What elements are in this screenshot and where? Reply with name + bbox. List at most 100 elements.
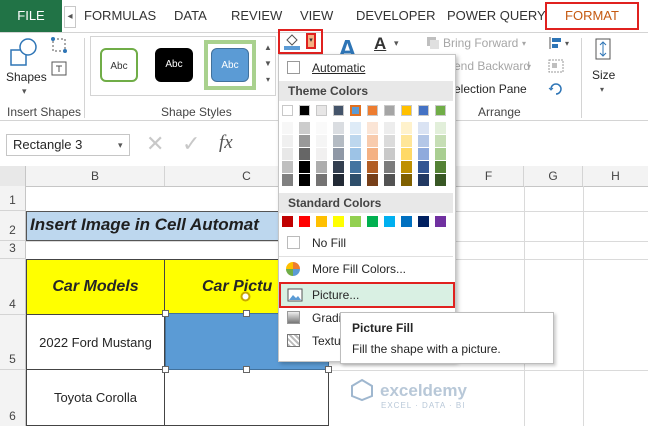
theme-color-swatch[interactable] xyxy=(384,161,395,173)
tab-formulas[interactable]: FORMULAS xyxy=(84,0,156,32)
bring-forward-dropdown-icon[interactable]: ▾ xyxy=(522,39,526,48)
theme-color-swatch[interactable] xyxy=(401,122,412,134)
standard-color-swatch[interactable] xyxy=(401,216,412,227)
theme-color-swatch[interactable] xyxy=(316,135,327,147)
theme-color-swatch[interactable] xyxy=(333,174,344,186)
shapes-button-label[interactable]: Shapes xyxy=(6,70,47,84)
theme-color-swatch[interactable] xyxy=(367,148,378,160)
cell-car-2[interactable]: Toyota Corolla xyxy=(26,370,165,426)
resize-handle[interactable] xyxy=(325,366,332,373)
align-dropdown-icon[interactable]: ▾ xyxy=(565,39,569,48)
menu-item-automatic[interactable]: Automatic xyxy=(279,56,453,80)
group-icon[interactable] xyxy=(548,59,564,73)
standard-color-swatch[interactable] xyxy=(316,216,327,227)
tab-view[interactable]: VIEW xyxy=(300,0,333,32)
tab-scroll-left-button[interactable]: ◂ xyxy=(64,6,76,28)
resize-handle[interactable] xyxy=(162,366,169,373)
theme-color-swatch[interactable] xyxy=(435,105,446,116)
edit-shape-icon[interactable] xyxy=(50,36,70,56)
theme-color-swatch[interactable] xyxy=(367,161,378,173)
gallery-scroll-icon[interactable]: ▲ ▼ ▾ xyxy=(262,40,274,90)
theme-color-swatch[interactable] xyxy=(299,122,310,134)
theme-color-swatch[interactable] xyxy=(367,122,378,134)
theme-color-swatch[interactable] xyxy=(418,122,429,134)
shapes-icon[interactable] xyxy=(8,36,44,70)
theme-color-swatch[interactable] xyxy=(435,174,446,186)
standard-color-swatch[interactable] xyxy=(350,216,361,227)
theme-color-swatch[interactable] xyxy=(299,161,310,173)
standard-color-swatch[interactable] xyxy=(435,216,446,227)
theme-color-swatch[interactable] xyxy=(435,161,446,173)
theme-color-swatch[interactable] xyxy=(418,105,429,116)
standard-color-swatch[interactable] xyxy=(282,216,293,227)
standard-color-swatch[interactable] xyxy=(299,216,310,227)
theme-color-swatch[interactable] xyxy=(316,174,327,186)
header-cell-car-picture[interactable]: Car Pictu xyxy=(164,259,279,315)
column-header-b[interactable]: B xyxy=(26,166,165,186)
theme-color-swatch[interactable] xyxy=(384,135,395,147)
cell-car-1[interactable]: 2022 Ford Mustang xyxy=(26,315,165,370)
row-header-3[interactable]: 3 xyxy=(0,241,26,259)
standard-color-swatch[interactable] xyxy=(418,216,429,227)
tab-power-query[interactable]: POWER QUERY xyxy=(447,0,546,32)
theme-color-swatch[interactable] xyxy=(418,148,429,160)
theme-color-swatch[interactable] xyxy=(401,174,412,186)
theme-color-swatch[interactable] xyxy=(299,105,310,116)
theme-color-swatch[interactable] xyxy=(282,105,293,116)
resize-handle[interactable] xyxy=(243,310,250,317)
bring-forward-label[interactable]: Bring Forward xyxy=(443,36,518,50)
theme-color-swatch[interactable] xyxy=(401,161,412,173)
rotation-handle-icon[interactable] xyxy=(240,291,251,302)
menu-item-gradient[interactable]: Gradi xyxy=(279,306,341,330)
theme-color-swatch[interactable] xyxy=(282,148,293,160)
resize-handle[interactable] xyxy=(243,366,250,373)
theme-color-swatch[interactable] xyxy=(435,135,446,147)
shape-fill-button[interactable]: ▾ xyxy=(278,29,323,54)
column-header-h[interactable]: H xyxy=(583,166,648,186)
insert-function-icon[interactable]: fx xyxy=(219,132,233,154)
name-box[interactable]: Rectangle 3 xyxy=(6,134,130,156)
cell-picture-2[interactable] xyxy=(164,370,329,426)
tab-format[interactable]: FORMAT xyxy=(545,2,639,30)
theme-color-swatch[interactable] xyxy=(401,135,412,147)
theme-color-swatch[interactable] xyxy=(367,105,378,116)
name-box-dropdown-icon[interactable]: ▾ xyxy=(118,140,123,151)
row-header-6[interactable]: 6 xyxy=(0,370,26,426)
standard-color-swatch[interactable] xyxy=(384,216,395,227)
align-icon[interactable] xyxy=(548,36,564,50)
column-header-f[interactable]: F xyxy=(454,166,524,186)
shapes-dropdown-icon[interactable]: ▾ xyxy=(22,86,27,97)
theme-color-swatch[interactable] xyxy=(401,105,412,116)
theme-color-swatch[interactable] xyxy=(418,174,429,186)
rotate-icon[interactable] xyxy=(548,82,564,96)
theme-color-swatch[interactable] xyxy=(316,148,327,160)
theme-color-swatch[interactable] xyxy=(299,174,310,186)
theme-color-swatch[interactable] xyxy=(333,122,344,134)
row-header-2[interactable]: 2 xyxy=(0,211,26,241)
shape-fill-dropdown-icon[interactable]: ▾ xyxy=(306,33,316,49)
theme-color-swatch[interactable] xyxy=(299,148,310,160)
enter-icon[interactable]: ✓ xyxy=(182,131,200,157)
size-label[interactable]: Size xyxy=(592,68,615,82)
text-fill-dropdown-icon[interactable]: ▾ xyxy=(394,38,399,49)
theme-color-swatch[interactable] xyxy=(384,105,395,116)
theme-color-swatch[interactable] xyxy=(316,161,327,173)
menu-item-more-fill-colors[interactable]: More Fill Colors... xyxy=(279,257,453,281)
theme-color-swatch[interactable] xyxy=(282,122,293,134)
size-dropdown-icon[interactable]: ▾ xyxy=(600,85,604,94)
theme-color-swatch[interactable] xyxy=(299,135,310,147)
text-box-icon[interactable] xyxy=(50,60,70,78)
bring-forward-icon[interactable] xyxy=(426,36,440,50)
column-header-g[interactable]: G xyxy=(524,166,583,186)
standard-color-swatch[interactable] xyxy=(367,216,378,227)
theme-color-swatch[interactable] xyxy=(384,122,395,134)
theme-color-swatch[interactable] xyxy=(333,161,344,173)
tab-data[interactable]: DATA xyxy=(174,0,207,32)
size-icon[interactable] xyxy=(591,36,615,62)
theme-color-swatch[interactable] xyxy=(316,122,327,134)
shape-style-3[interactable]: Abc xyxy=(211,48,249,82)
theme-color-swatch[interactable] xyxy=(282,161,293,173)
row-header-1[interactable]: 1 xyxy=(0,186,26,211)
tab-developer[interactable]: DEVELOPER xyxy=(356,0,435,32)
theme-color-swatch[interactable] xyxy=(418,161,429,173)
